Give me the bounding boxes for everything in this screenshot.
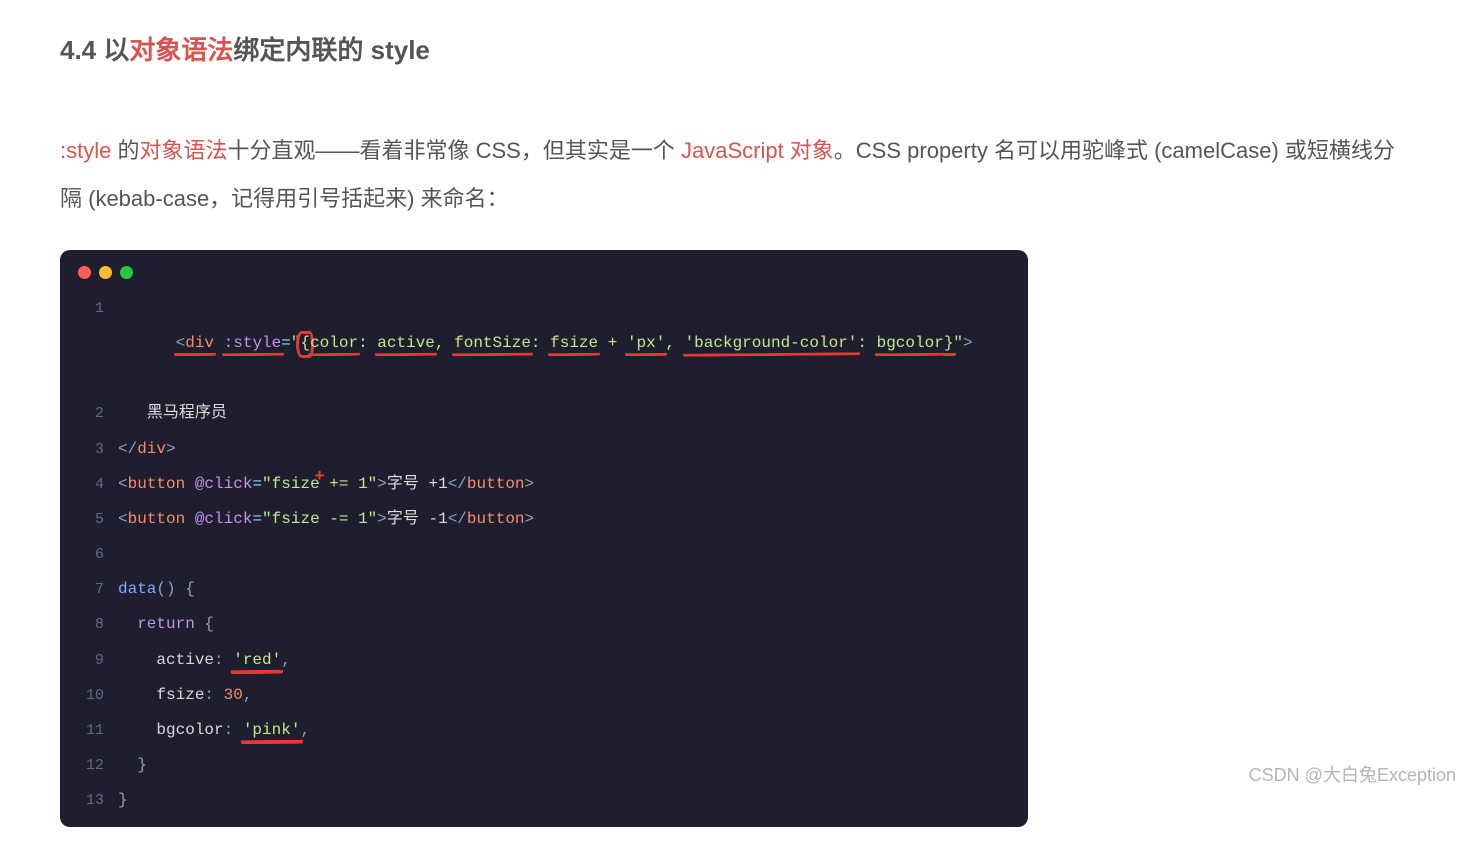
code-content: } bbox=[118, 783, 128, 818]
close-icon bbox=[78, 266, 91, 279]
code-block: 1 <div :style="{color: active, fontSize:… bbox=[60, 250, 1028, 827]
code-line: 7 data() { bbox=[60, 572, 1028, 607]
code-line: 13 } bbox=[60, 783, 1028, 818]
line-number: 10 bbox=[60, 679, 118, 712]
code-line: 3 </div> bbox=[60, 432, 1028, 467]
heading-prefix: 4.4 以 bbox=[60, 35, 129, 65]
line-number: 4 bbox=[60, 468, 118, 501]
code-line: 1 <div :style="{color: active, fontSize:… bbox=[60, 291, 1028, 397]
code-line: 6 bbox=[60, 537, 1028, 572]
line-number: 2 bbox=[60, 397, 118, 430]
line-number: 6 bbox=[60, 538, 118, 571]
line-number: 8 bbox=[60, 608, 118, 641]
code-content: <button @click="fsize += 1">字号 +1</butto… bbox=[118, 467, 534, 502]
heading-suffix: 绑定内联的 style bbox=[233, 35, 430, 65]
code-content: fsize: 30, bbox=[118, 678, 252, 713]
code-content: 黑马程序员 bbox=[118, 396, 227, 431]
line-number: 12 bbox=[60, 749, 118, 782]
code-line: 5 <button @click="fsize -= 1">字号 -1</but… bbox=[60, 502, 1028, 537]
window-traffic-lights bbox=[60, 264, 1028, 291]
para-style-keyword: :style bbox=[60, 138, 111, 163]
line-number: 1 bbox=[60, 292, 118, 325]
line-number: 11 bbox=[60, 714, 118, 747]
description-paragraph: :style 的对象语法十分直观——看着非常像 CSS，但其实是一个 JavaS… bbox=[60, 127, 1408, 224]
section-heading: 4.4 以对象语法绑定内联的 style bbox=[60, 30, 1408, 67]
line-number: 7 bbox=[60, 573, 118, 606]
line-number: 13 bbox=[60, 784, 118, 817]
watermark: CSDN @大白兔Exception bbox=[1249, 761, 1456, 787]
code-content bbox=[118, 537, 128, 572]
para-highlight-js-object: JavaScript 对象 bbox=[681, 138, 834, 163]
code-line: 10 fsize: 30, bbox=[60, 678, 1028, 713]
code-line: 8 return { bbox=[60, 607, 1028, 642]
code-content: active: 'red', bbox=[118, 643, 291, 678]
para-highlight-object-syntax: 对象语法 bbox=[139, 138, 227, 163]
code-content: <div :style="{color: active, fontSize: f… bbox=[118, 291, 973, 397]
code-content: <button @click="fsize -= 1">字号 -1</butto… bbox=[118, 502, 534, 537]
zoom-icon bbox=[120, 266, 133, 279]
line-number: 9 bbox=[60, 644, 118, 677]
para-text: 的 bbox=[111, 138, 139, 163]
line-number: 5 bbox=[60, 503, 118, 536]
code-content: } bbox=[118, 748, 147, 783]
minimize-icon bbox=[99, 266, 112, 279]
code-line: 12 } bbox=[60, 748, 1028, 783]
code-line: 9 active: 'red', bbox=[60, 643, 1028, 678]
code-content: return { bbox=[118, 607, 214, 642]
code-content: bgcolor: 'pink', bbox=[118, 713, 310, 748]
code-line: 2 黑马程序员 bbox=[60, 396, 1028, 431]
heading-highlight: 对象语法 bbox=[129, 35, 233, 65]
code-line: 11 bgcolor: 'pink', bbox=[60, 713, 1028, 748]
code-line: 4 <button @click="fsize += 1">字号 +1</but… bbox=[60, 467, 1028, 502]
para-text: 十分直观——看着非常像 CSS，但其实是一个 bbox=[228, 138, 681, 163]
line-number: 3 bbox=[60, 433, 118, 466]
code-content: data() { bbox=[118, 572, 195, 607]
code-content: </div> bbox=[118, 432, 176, 467]
